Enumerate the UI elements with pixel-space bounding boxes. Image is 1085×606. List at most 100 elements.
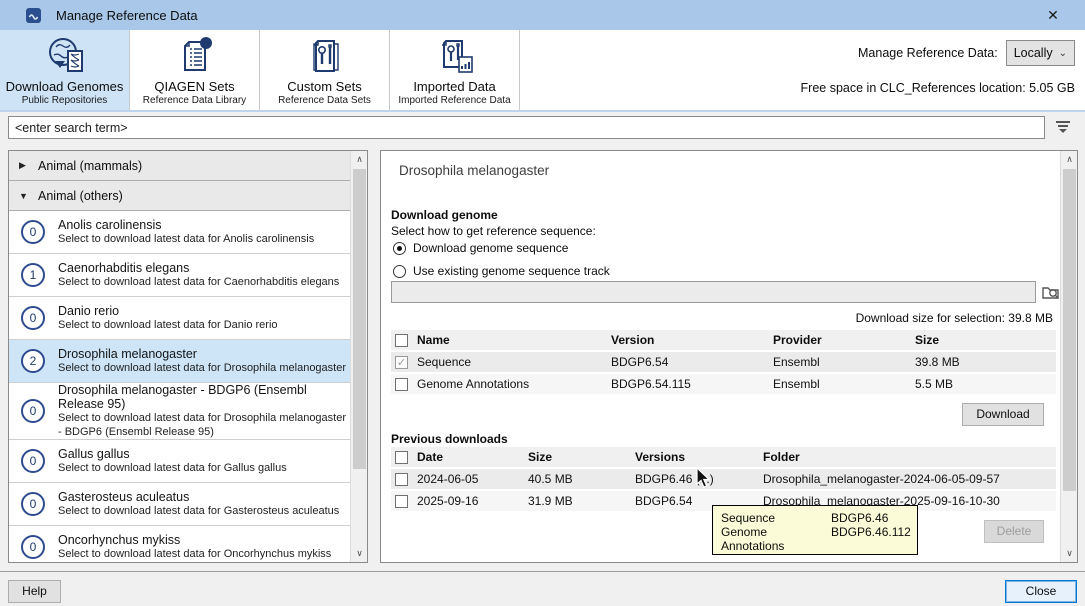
previous-row-2024-06-05[interactable]: 2024-06-05 40.5 MB BDGP6.46 (...) Drosop… [391, 469, 1056, 491]
cell-name: Genome Annotations [417, 377, 611, 391]
browse-folder-icon[interactable] [1041, 282, 1061, 302]
search-row [0, 114, 1085, 146]
download-button[interactable]: Download [962, 403, 1044, 426]
toolbar: Download Genomes Public Repositories Q Q… [0, 30, 1085, 112]
help-button[interactable]: Help [8, 580, 61, 603]
custom-sets-icon [302, 34, 348, 78]
download-count-badge: 0 [21, 492, 45, 516]
list-item-drosophila-melanogaster[interactable]: 2 Drosophila melanogaster Select to down… [9, 340, 351, 383]
free-space-text: Free space in CLC_References location: 5… [801, 81, 1075, 95]
col-versions[interactable]: Versions [635, 450, 763, 464]
tooltip-label: Sequence [721, 511, 831, 525]
download-size-text: Download size for selection: 39.8 MB [856, 311, 1053, 325]
col-date[interactable]: Date [417, 450, 528, 464]
download-count-badge: 0 [21, 535, 45, 559]
select-all-checkbox[interactable] [395, 451, 408, 464]
species-desc: Select to download latest data for Caeno… [58, 276, 339, 290]
download-genome-heading: Download genome [391, 208, 498, 222]
cell-version: BDGP6.54 [611, 355, 773, 369]
download-count-badge: 1 [21, 263, 45, 287]
search-input[interactable] [8, 116, 1045, 139]
species-name: Caenorhabditis elegans [58, 261, 339, 275]
scrollbar-thumb[interactable] [1063, 169, 1076, 491]
list-item-oncorhynchus-mykiss[interactable]: 0 Oncorhynchus mykiss Select to download… [9, 526, 351, 563]
select-all-checkbox[interactable] [395, 334, 408, 347]
tab-sublabel: Reference Data Library [143, 95, 246, 106]
species-desc: Select to download latest data for Gaste… [58, 505, 339, 519]
tab-sublabel: Imported Reference Data [398, 95, 510, 106]
scroll-down-icon[interactable]: ∨ [1061, 545, 1078, 562]
radio-selected-icon[interactable] [393, 242, 406, 255]
location-select-value: Locally [1014, 46, 1053, 60]
components-table: Name Version Provider Size ✓ Sequence BD… [391, 330, 1056, 396]
radio-use-existing-track[interactable]: Use existing genome sequence track [393, 264, 610, 278]
list-item-anolis-carolinensis[interactable]: 0 Anolis carolinensis Select to download… [9, 211, 351, 254]
tooltip-value: BDGP6.46.112 [831, 525, 911, 553]
folder-link[interactable]: Drosophila_melanogaster-2024-06-05-09-57 [763, 472, 1056, 486]
genome-track-input[interactable] [391, 281, 1036, 303]
list-item-gasterosteus-aculeatus[interactable]: 0 Gasterosteus aculeatus Select to downl… [9, 483, 351, 526]
list-item-caenorhabditis-elegans[interactable]: 1 Caenorhabditis elegans Select to downl… [9, 254, 351, 297]
tab-qiagen-sets[interactable]: Q QIAGEN Sets Reference Data Library [130, 30, 260, 110]
scroll-down-icon[interactable]: ∨ [351, 545, 368, 562]
checkbox-unchecked[interactable] [395, 378, 408, 391]
delete-button[interactable]: Delete [984, 520, 1044, 543]
tab-label: Imported Data [413, 79, 495, 94]
species-desc: Select to download latest data for Droso… [58, 362, 346, 376]
previous-table-header: Date Size Versions Folder [391, 447, 1056, 469]
list-item-danio-rerio[interactable]: 0 Danio rerio Select to download latest … [9, 297, 351, 340]
scroll-up-icon[interactable]: ∧ [1061, 151, 1078, 168]
table-row-sequence[interactable]: ✓ Sequence BDGP6.54 Ensembl 39.8 MB [391, 352, 1056, 374]
left-scrollbar[interactable]: ∧ ∨ [350, 151, 367, 562]
radio-label: Download genome sequence [413, 241, 568, 255]
species-desc: Select to download latest data for Anoli… [58, 233, 314, 247]
species-desc: Select to download latest data for Gallu… [58, 462, 287, 476]
list-item-drosophila-bdgp6[interactable]: 0 Drosophila melanogaster - BDGP6 (Ensem… [9, 383, 351, 440]
cell-provider: Ensembl [773, 355, 915, 369]
col-name[interactable]: Name [417, 333, 611, 347]
tab-download-genomes[interactable]: Download Genomes Public Repositories [0, 30, 130, 110]
list-item-gallus-gallus[interactable]: 0 Gallus gallus Select to download lates… [9, 440, 351, 483]
checkbox-unchecked[interactable] [395, 473, 408, 486]
species-list-panel: ▶ Animal (mammals) ▼ Animal (others) 0 A… [8, 150, 368, 563]
scrollbar-thumb[interactable] [353, 169, 366, 469]
previous-downloads-heading: Previous downloads [391, 432, 508, 446]
col-folder[interactable]: Folder [763, 450, 1056, 464]
download-count-badge: 0 [21, 220, 45, 244]
tooltip-value: BDGP6.46 [831, 511, 888, 525]
cell-size: 39.8 MB [915, 355, 1056, 369]
category-animal-others[interactable]: ▼ Animal (others) [9, 181, 351, 211]
tab-label: QIAGEN Sets [154, 79, 234, 94]
species-name: Anolis carolinensis [58, 218, 314, 232]
col-size[interactable]: Size [915, 333, 1056, 347]
radio-unselected-icon[interactable] [393, 265, 406, 278]
category-animal-mammals[interactable]: ▶ Animal (mammals) [9, 151, 351, 181]
tab-imported-data[interactable]: Imported Data Imported Reference Data [390, 30, 520, 110]
tab-sublabel: Public Repositories [22, 95, 108, 106]
col-version[interactable]: Version [611, 333, 773, 347]
checkbox-unchecked[interactable] [395, 495, 408, 508]
close-icon[interactable]: ✕ [1043, 6, 1063, 24]
tab-sublabel: Reference Data Sets [278, 95, 371, 106]
close-button[interactable]: Close [1005, 580, 1077, 603]
title-bar: Manage Reference Data ✕ [0, 0, 1085, 30]
col-provider[interactable]: Provider [773, 333, 915, 347]
tooltip-label: Genome Annotations [721, 525, 831, 553]
tab-custom-sets[interactable]: Custom Sets Reference Data Sets [260, 30, 390, 110]
tab-label: Download Genomes [6, 79, 124, 94]
collapsed-arrow-icon: ▶ [19, 160, 29, 171]
right-scrollbar[interactable]: ∧ ∨ [1060, 151, 1077, 562]
species-desc: Select to download latest data for Droso… [58, 412, 351, 440]
location-select[interactable]: Locally ⌄ [1006, 40, 1075, 66]
svg-text:Q: Q [202, 39, 208, 48]
radio-download-genome-sequence[interactable]: Download genome sequence [393, 241, 568, 255]
scroll-up-icon[interactable]: ∧ [351, 151, 368, 168]
category-label: Animal (others) [38, 189, 123, 203]
species-name: Oncorhynchus mykiss [58, 533, 331, 547]
download-count-badge: 0 [21, 306, 45, 330]
col-size[interactable]: Size [528, 450, 635, 464]
filter-icon[interactable] [1055, 121, 1071, 135]
table-row-genome-annotations[interactable]: Genome Annotations BDGP6.54.115 Ensembl … [391, 374, 1056, 396]
app-icon [26, 8, 41, 23]
cell-size: 31.9 MB [528, 494, 635, 508]
